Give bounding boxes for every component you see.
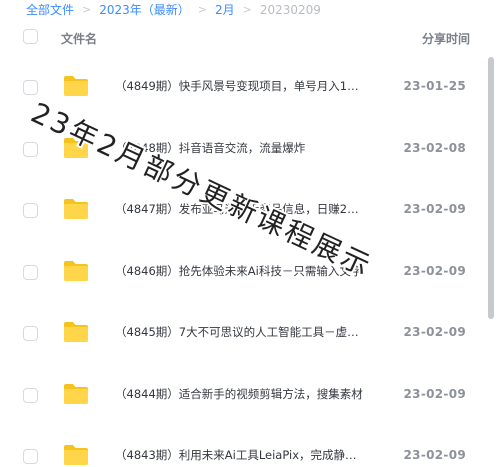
breadcrumb-level2[interactable]: 2月: [215, 0, 235, 20]
row-checkbox[interactable]: [23, 203, 38, 218]
share-date: 23-01-25: [403, 79, 466, 93]
file-browser-page: 全部文件 > 2023年（最新） > 2月 > 20230209 文件名 分享时…: [0, 0, 498, 467]
column-header-time[interactable]: 分享时间: [422, 30, 470, 47]
row-checkbox[interactable]: [23, 449, 38, 464]
share-date: 23-02-09: [403, 202, 466, 216]
folder-icon[interactable]: [63, 75, 89, 97]
share-date: 23-02-09: [403, 448, 466, 462]
share-date: 23-02-08: [403, 140, 466, 155]
scrollbar[interactable]: [488, 57, 494, 467]
share-date: 23-02-09: [403, 325, 466, 339]
breadcrumb: 全部文件 > 2023年（最新） > 2月 > 20230209: [26, 0, 321, 20]
folder-icon[interactable]: [63, 444, 89, 466]
breadcrumb-root[interactable]: 全部文件: [26, 0, 74, 20]
file-name[interactable]: （4845期）7大不可思议的人工智能工具－虚拟主播: [115, 324, 365, 340]
scrollbar-thumb[interactable]: [488, 57, 494, 319]
folder-icon[interactable]: [63, 137, 89, 159]
folder-icon[interactable]: [63, 321, 89, 343]
table-row[interactable]: （4844期）适合新手的视频剪辑方法，搜集素材 23-02-09: [0, 365, 486, 427]
row-checkbox[interactable]: [23, 326, 38, 341]
table-header: 文件名 分享时间: [0, 20, 486, 56]
table-row[interactable]: （4843期）利用未来Ai工具LeiaPix，完成静态图片 23-02-09: [0, 426, 486, 467]
file-name[interactable]: （4846期）抢先体验未来Ai科技－只需输入文字: [115, 263, 365, 279]
chevron-right-icon: >: [242, 3, 252, 16]
folder-icon[interactable]: [63, 198, 89, 220]
select-all-checkbox[interactable]: [23, 29, 38, 44]
row-checkbox[interactable]: [23, 141, 38, 157]
table-row[interactable]: （4846期）抢先体验未来Ai科技－只需输入文字 23-02-09: [0, 242, 486, 304]
file-name[interactable]: （4844期）适合新手的视频剪辑方法，搜集素材: [115, 386, 365, 402]
share-date: 23-02-09: [403, 263, 466, 278]
table-row[interactable]: （4849期）快手风景号变现项目，单号月入1000+，可矩阵操作 23-01-25: [0, 57, 486, 119]
table-row[interactable]: （4847期）发布亚马逊打折商品信息，日赚200+ 23-02-09: [0, 180, 486, 242]
row-checkbox[interactable]: [23, 387, 38, 403]
row-checkbox[interactable]: [23, 264, 38, 280]
share-date: 23-02-09: [403, 386, 466, 401]
file-name[interactable]: （4847期）发布亚马逊打折商品信息，日赚200+: [115, 201, 365, 217]
file-name[interactable]: （4848期）抖音语音交流，流量爆炸: [115, 140, 365, 156]
table-row[interactable]: （4848期）抖音语音交流，流量爆炸 23-02-08: [0, 119, 486, 181]
row-checkbox[interactable]: [23, 80, 38, 95]
file-name[interactable]: （4843期）利用未来Ai工具LeiaPix，完成静态图片: [115, 447, 365, 463]
chevron-right-icon: >: [82, 3, 92, 16]
column-header-name[interactable]: 文件名: [61, 30, 97, 47]
chevron-right-icon: >: [197, 3, 207, 16]
breadcrumb-level1[interactable]: 2023年（最新）: [99, 0, 190, 20]
file-list: （4849期）快手风景号变现项目，单号月入1000+，可矩阵操作 23-01-25…: [0, 57, 486, 467]
file-name[interactable]: （4849期）快手风景号变现项目，单号月入1000+，可矩阵操作: [115, 78, 365, 94]
folder-icon[interactable]: [63, 383, 89, 405]
breadcrumb-current: 20230209: [259, 3, 321, 17]
table-row[interactable]: （4845期）7大不可思议的人工智能工具－虚拟主播 23-02-09: [0, 303, 486, 365]
folder-icon[interactable]: [63, 260, 89, 282]
